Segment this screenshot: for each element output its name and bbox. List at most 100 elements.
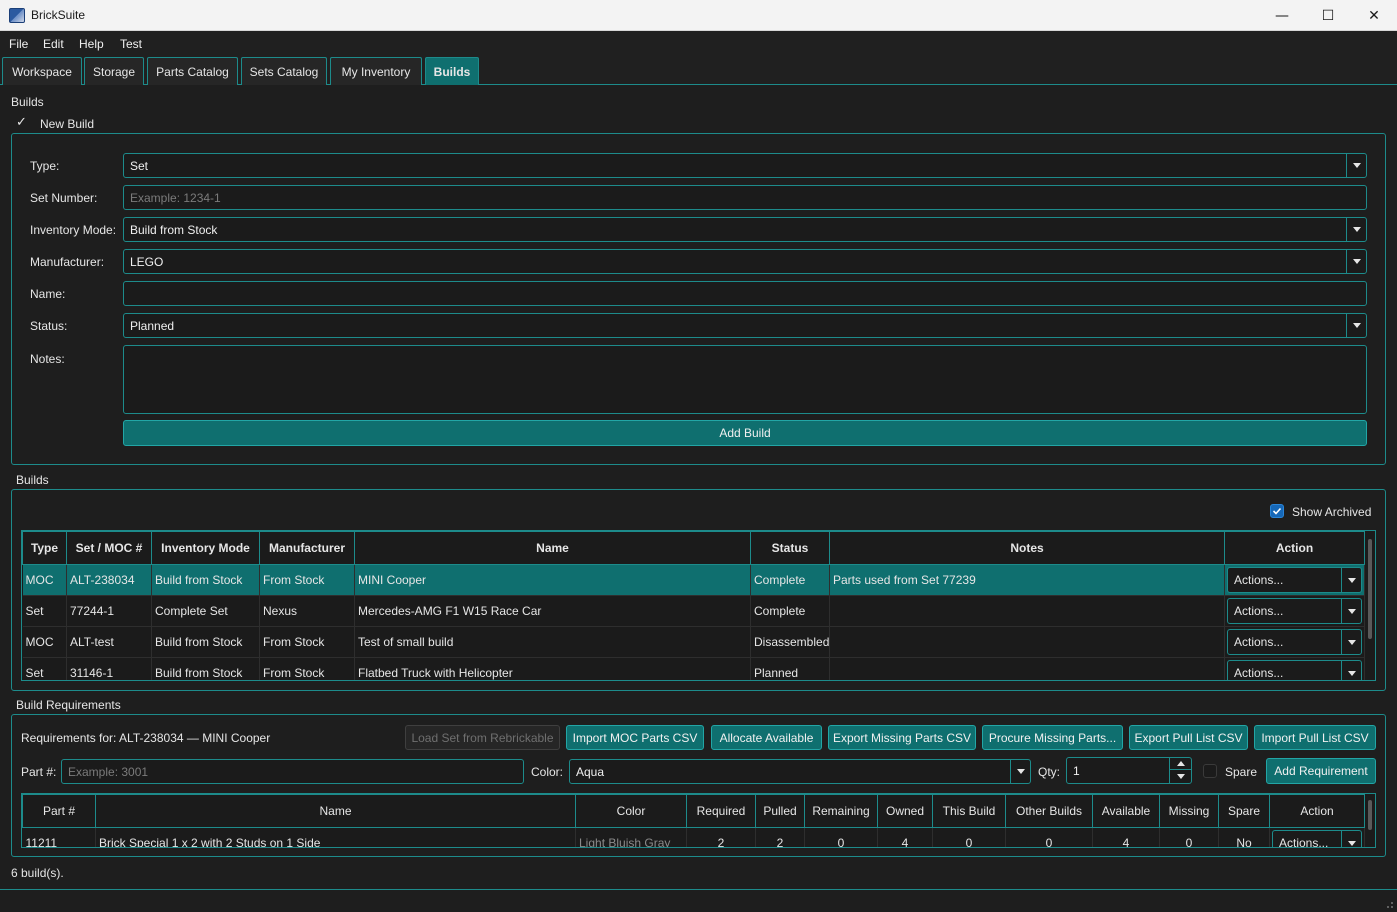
table-row[interactable]: Set 77244-1 Complete Set Nexus Mercedes-… — [22, 595, 1365, 627]
col-part[interactable]: Part # — [22, 794, 96, 828]
load-set-button[interactable]: Load Set from Rebrickable — [405, 725, 560, 750]
actions-dropdown[interactable]: Actions... — [1227, 598, 1362, 624]
chevron-down-icon — [1346, 314, 1366, 337]
col-available[interactable]: Available — [1092, 794, 1160, 828]
col-name[interactable]: Name — [95, 794, 576, 828]
status-bar — [0, 889, 1397, 912]
cell-name: MINI Cooper — [354, 564, 751, 596]
notes-textarea[interactable] — [123, 345, 1367, 414]
app-icon — [9, 8, 25, 23]
spare-checkbox[interactable] — [1203, 764, 1217, 778]
col-remaining[interactable]: Remaining — [804, 794, 878, 828]
actions-dropdown[interactable]: Actions... — [1227, 660, 1362, 680]
cell-notes — [829, 626, 1225, 658]
qty-label: Qty: — [1038, 765, 1061, 779]
cell-status: Planned — [750, 657, 830, 680]
spare-label[interactable]: Spare — [1225, 765, 1257, 779]
col-notes[interactable]: Notes — [829, 531, 1225, 565]
chevron-down-icon — [1346, 154, 1366, 177]
col-action[interactable]: Action — [1224, 531, 1365, 565]
chevron-down-icon — [1341, 630, 1361, 654]
maximize-button[interactable]: ☐ — [1305, 0, 1351, 31]
requirements-scrollbar[interactable] — [1368, 800, 1372, 830]
import-pull-list-button[interactable]: Import Pull List CSV — [1254, 725, 1376, 750]
col-manufacturer[interactable]: Manufacturer — [259, 531, 355, 565]
col-set-moc[interactable]: Set / MOC # — [66, 531, 152, 565]
export-missing-button[interactable]: Export Missing Parts CSV — [828, 725, 976, 750]
tab-my-inventory[interactable]: My Inventory — [330, 57, 422, 85]
qty-stepper[interactable]: 1 — [1066, 757, 1192, 784]
color-select[interactable]: Aqua — [569, 759, 1031, 784]
cell-mode: Build from Stock — [151, 626, 260, 658]
inventory-mode-select[interactable]: Build from Stock — [123, 217, 1367, 242]
col-color[interactable]: Color — [575, 794, 687, 828]
menu-file[interactable]: File — [9, 37, 28, 51]
menu-help[interactable]: Help — [79, 37, 104, 51]
col-missing[interactable]: Missing — [1159, 794, 1219, 828]
close-button[interactable]: ✕ — [1351, 0, 1397, 31]
actions-dropdown[interactable]: Actions... — [1227, 567, 1362, 593]
part-label: Part #: — [21, 765, 57, 779]
resize-grip-icon[interactable] — [1384, 899, 1394, 909]
tab-builds[interactable]: Builds — [425, 57, 479, 85]
procure-missing-button[interactable]: Procure Missing Parts... — [982, 725, 1123, 750]
col-status[interactable]: Status — [750, 531, 830, 565]
part-input[interactable]: Example: 3001 — [61, 759, 524, 784]
add-requirement-button[interactable]: Add Requirement — [1266, 758, 1376, 784]
allocate-available-button[interactable]: Allocate Available — [711, 725, 822, 750]
tab-workspace[interactable]: Workspace — [2, 57, 82, 85]
minimize-button[interactable]: — — [1259, 0, 1305, 31]
table-row[interactable]: Set 31146-1 Build from Stock From Stock … — [22, 657, 1365, 680]
col-name[interactable]: Name — [354, 531, 751, 565]
builds-header-row: Type Set / MOC # Inventory Mode Manufact… — [22, 531, 1365, 565]
col-type[interactable]: Type — [22, 531, 67, 565]
window-title: BrickSuite — [31, 8, 86, 22]
tab-storage[interactable]: Storage — [84, 57, 144, 85]
manufacturer-select[interactable]: LEGO — [123, 249, 1367, 274]
col-other-builds[interactable]: Other Builds — [1005, 794, 1093, 828]
actions-dropdown[interactable]: Actions... — [1272, 830, 1362, 847]
cell-color: Light Bluish Gray — [575, 827, 687, 847]
cell-status: Complete — [750, 595, 830, 627]
tab-sets-catalog[interactable]: Sets Catalog — [241, 57, 327, 85]
cell-action: Actions... — [1269, 827, 1365, 847]
tab-parts-catalog[interactable]: Parts Catalog — [147, 57, 238, 85]
col-spare[interactable]: Spare — [1218, 794, 1270, 828]
name-input[interactable] — [123, 281, 1367, 306]
menu-test[interactable]: Test — [120, 37, 142, 51]
cell-action: Actions... — [1224, 595, 1365, 627]
col-this-build[interactable]: This Build — [932, 794, 1006, 828]
col-action[interactable]: Action — [1269, 794, 1365, 828]
show-archived-label[interactable]: Show Archived — [1292, 505, 1371, 519]
cell-remaining: 0 — [804, 827, 878, 847]
cell-owned: 4 — [877, 827, 933, 847]
qty-value: 1 — [1073, 763, 1080, 778]
import-moc-button[interactable]: Import MOC Parts CSV — [566, 725, 704, 750]
export-pull-list-button[interactable]: Export Pull List CSV — [1129, 725, 1248, 750]
col-inventory-mode[interactable]: Inventory Mode — [151, 531, 260, 565]
add-build-button[interactable]: Add Build — [123, 420, 1367, 446]
cell-mode: Complete Set — [151, 595, 260, 627]
spin-down-icon[interactable] — [1169, 770, 1191, 783]
show-archived-checkbox[interactable] — [1270, 504, 1284, 518]
builds-scrollbar[interactable] — [1368, 539, 1372, 639]
spin-up-icon[interactable] — [1169, 758, 1191, 770]
status-select[interactable]: Planned — [123, 313, 1367, 338]
cell-notes: Parts used from Set 77239 — [829, 564, 1225, 596]
menu-edit[interactable]: Edit — [43, 37, 64, 51]
set-number-input[interactable]: Example: 1234-1 — [123, 185, 1367, 210]
checkmark-icon[interactable]: ✓ — [16, 115, 27, 130]
status-text: 6 build(s). — [11, 866, 64, 880]
cell-mode: Build from Stock — [151, 657, 260, 680]
new-build-toggle[interactable]: New Build — [40, 117, 94, 131]
table-row[interactable]: MOC ALT-test Build from Stock From Stock… — [22, 626, 1365, 658]
col-owned[interactable]: Owned — [877, 794, 933, 828]
col-pulled[interactable]: Pulled — [755, 794, 805, 828]
status-label: Status: — [30, 319, 68, 333]
col-required[interactable]: Required — [686, 794, 756, 828]
table-row[interactable]: 11211 Brick Special 1 x 2 with 2 Studs o… — [22, 827, 1365, 847]
type-select[interactable]: Set — [123, 153, 1367, 178]
actions-dropdown[interactable]: Actions... — [1227, 629, 1362, 655]
builds-table: Type Set / MOC # Inventory Mode Manufact… — [21, 530, 1376, 681]
table-row[interactable]: MOC ALT-238034 Build from Stock From Sto… — [22, 564, 1365, 596]
